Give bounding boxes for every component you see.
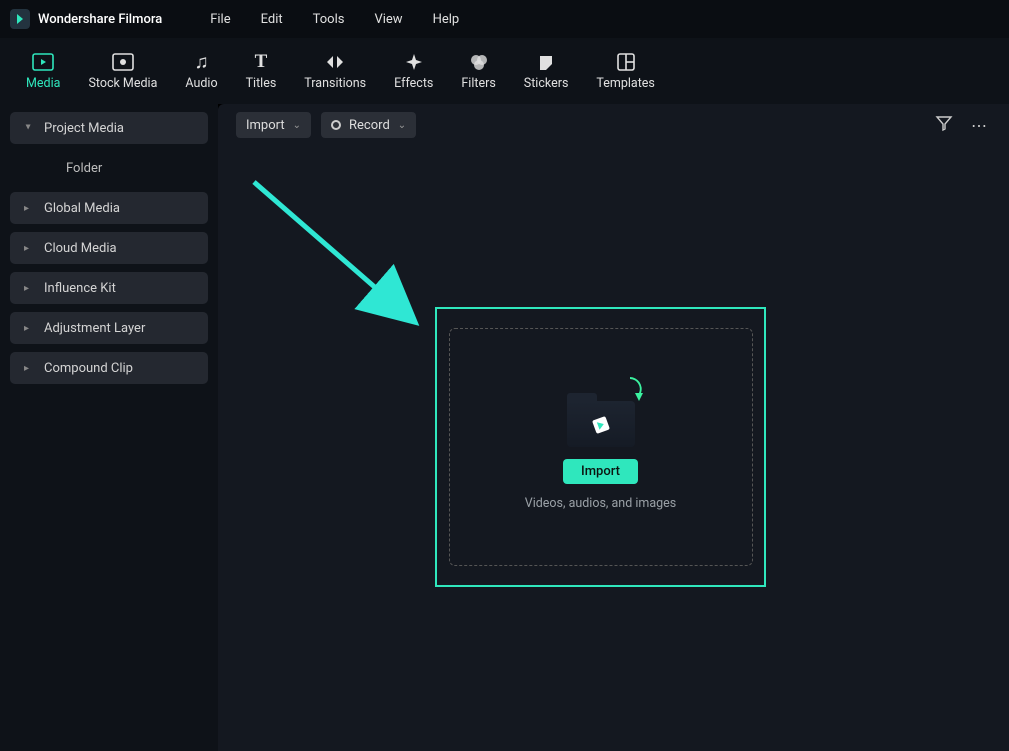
ribbon-tab-stickers[interactable]: Stickers	[510, 44, 583, 104]
titlebar: Wondershare Filmora File Edit Tools View…	[0, 0, 1009, 38]
app-logo-wrap: Wondershare Filmora	[10, 9, 162, 29]
titles-icon: T	[255, 48, 268, 76]
more-icon[interactable]: ⋯	[967, 112, 991, 139]
stickers-icon	[536, 48, 556, 76]
ribbon-tab-templates[interactable]: Templates	[582, 44, 668, 104]
sidebar-item-label: Adjustment Layer	[44, 321, 145, 336]
sidebar-item-folder[interactable]: Folder	[10, 152, 208, 184]
menu-tools[interactable]: Tools	[305, 8, 353, 31]
ribbon-tab-titles[interactable]: T Titles	[232, 44, 291, 104]
app-title: Wondershare Filmora	[38, 12, 162, 27]
chevron-right-icon: ▸	[24, 363, 32, 374]
sidebar-item-label: Global Media	[44, 201, 120, 216]
import-button[interactable]: Import	[563, 459, 638, 484]
ribbon-tab-stock-media[interactable]: Stock Media	[74, 44, 171, 104]
chevron-right-icon: ▸	[24, 323, 32, 334]
ribbon-tab-filters[interactable]: Filters	[447, 44, 509, 104]
sidebar-item-label: Cloud Media	[44, 241, 117, 256]
sidebar: ▸ Project Media Folder ▸ Global Media ▸ …	[0, 104, 218, 751]
sidebar-item-influence-kit[interactable]: ▸ Influence Kit	[10, 272, 208, 304]
chevron-down-icon: ⌄	[293, 120, 301, 131]
stock-media-icon	[112, 48, 134, 76]
sidebar-item-label: Project Media	[44, 121, 124, 136]
chevron-right-icon: ▸	[24, 283, 32, 294]
main-panel: Import ⌄ Record ⌄ ⋯	[218, 104, 1009, 751]
templates-icon	[617, 48, 635, 76]
media-icon	[32, 48, 54, 76]
ribbon-tab-transitions[interactable]: Transitions	[290, 44, 380, 104]
menu-help[interactable]: Help	[425, 8, 468, 31]
sidebar-item-compound-clip[interactable]: ▸ Compound Clip	[10, 352, 208, 384]
ribbon: Media Stock Media ♫ Audio T Titles Trans…	[0, 38, 1009, 104]
sidebar-item-global-media[interactable]: ▸ Global Media	[10, 192, 208, 224]
workspace: ▸ Project Media Folder ▸ Global Media ▸ …	[0, 104, 1009, 751]
ribbon-tab-audio[interactable]: ♫ Audio	[171, 44, 231, 104]
import-hint: Videos, audios, and images	[525, 496, 677, 511]
sidebar-item-project-media[interactable]: ▸ Project Media	[10, 112, 208, 144]
transitions-icon	[325, 48, 345, 76]
ribbon-tab-media[interactable]: Media	[12, 44, 74, 104]
record-dropdown[interactable]: Record ⌄	[321, 112, 416, 138]
import-label: Import	[246, 118, 285, 133]
chevron-right-icon: ▸	[24, 203, 32, 214]
audio-icon: ♫	[194, 48, 208, 76]
chevron-right-icon: ▸	[24, 243, 32, 254]
import-dropzone[interactable]: Import Videos, audios, and images	[449, 328, 753, 566]
app-logo-icon	[10, 9, 30, 29]
menu-view[interactable]: View	[366, 8, 410, 31]
sidebar-item-label: Folder	[66, 161, 102, 176]
record-label: Record	[349, 118, 390, 133]
annotation-arrow	[248, 176, 438, 336]
menubar: File Edit Tools View Help	[202, 8, 467, 31]
media-canvas: Import Videos, audios, and images	[218, 146, 1009, 751]
import-dropdown[interactable]: Import ⌄	[236, 112, 311, 138]
sidebar-item-adjustment-layer[interactable]: ▸ Adjustment Layer	[10, 312, 208, 344]
sidebar-item-cloud-media[interactable]: ▸ Cloud Media	[10, 232, 208, 264]
media-toolbar: Import ⌄ Record ⌄ ⋯	[218, 104, 1009, 146]
ribbon-tab-effects[interactable]: Effects	[380, 44, 447, 104]
chevron-down-icon: ⌄	[398, 120, 406, 131]
menu-file[interactable]: File	[202, 8, 238, 31]
record-icon	[331, 120, 341, 130]
filters-icon	[469, 48, 489, 76]
chevron-down-icon: ▸	[23, 124, 34, 132]
folder-download-icon	[561, 383, 641, 447]
filter-icon[interactable]	[931, 110, 957, 140]
sidebar-item-label: Influence Kit	[44, 281, 116, 296]
effects-icon	[404, 48, 424, 76]
annotation-highlight: Import Videos, audios, and images	[435, 307, 766, 587]
menu-edit[interactable]: Edit	[253, 8, 291, 31]
sidebar-item-label: Compound Clip	[44, 361, 133, 376]
